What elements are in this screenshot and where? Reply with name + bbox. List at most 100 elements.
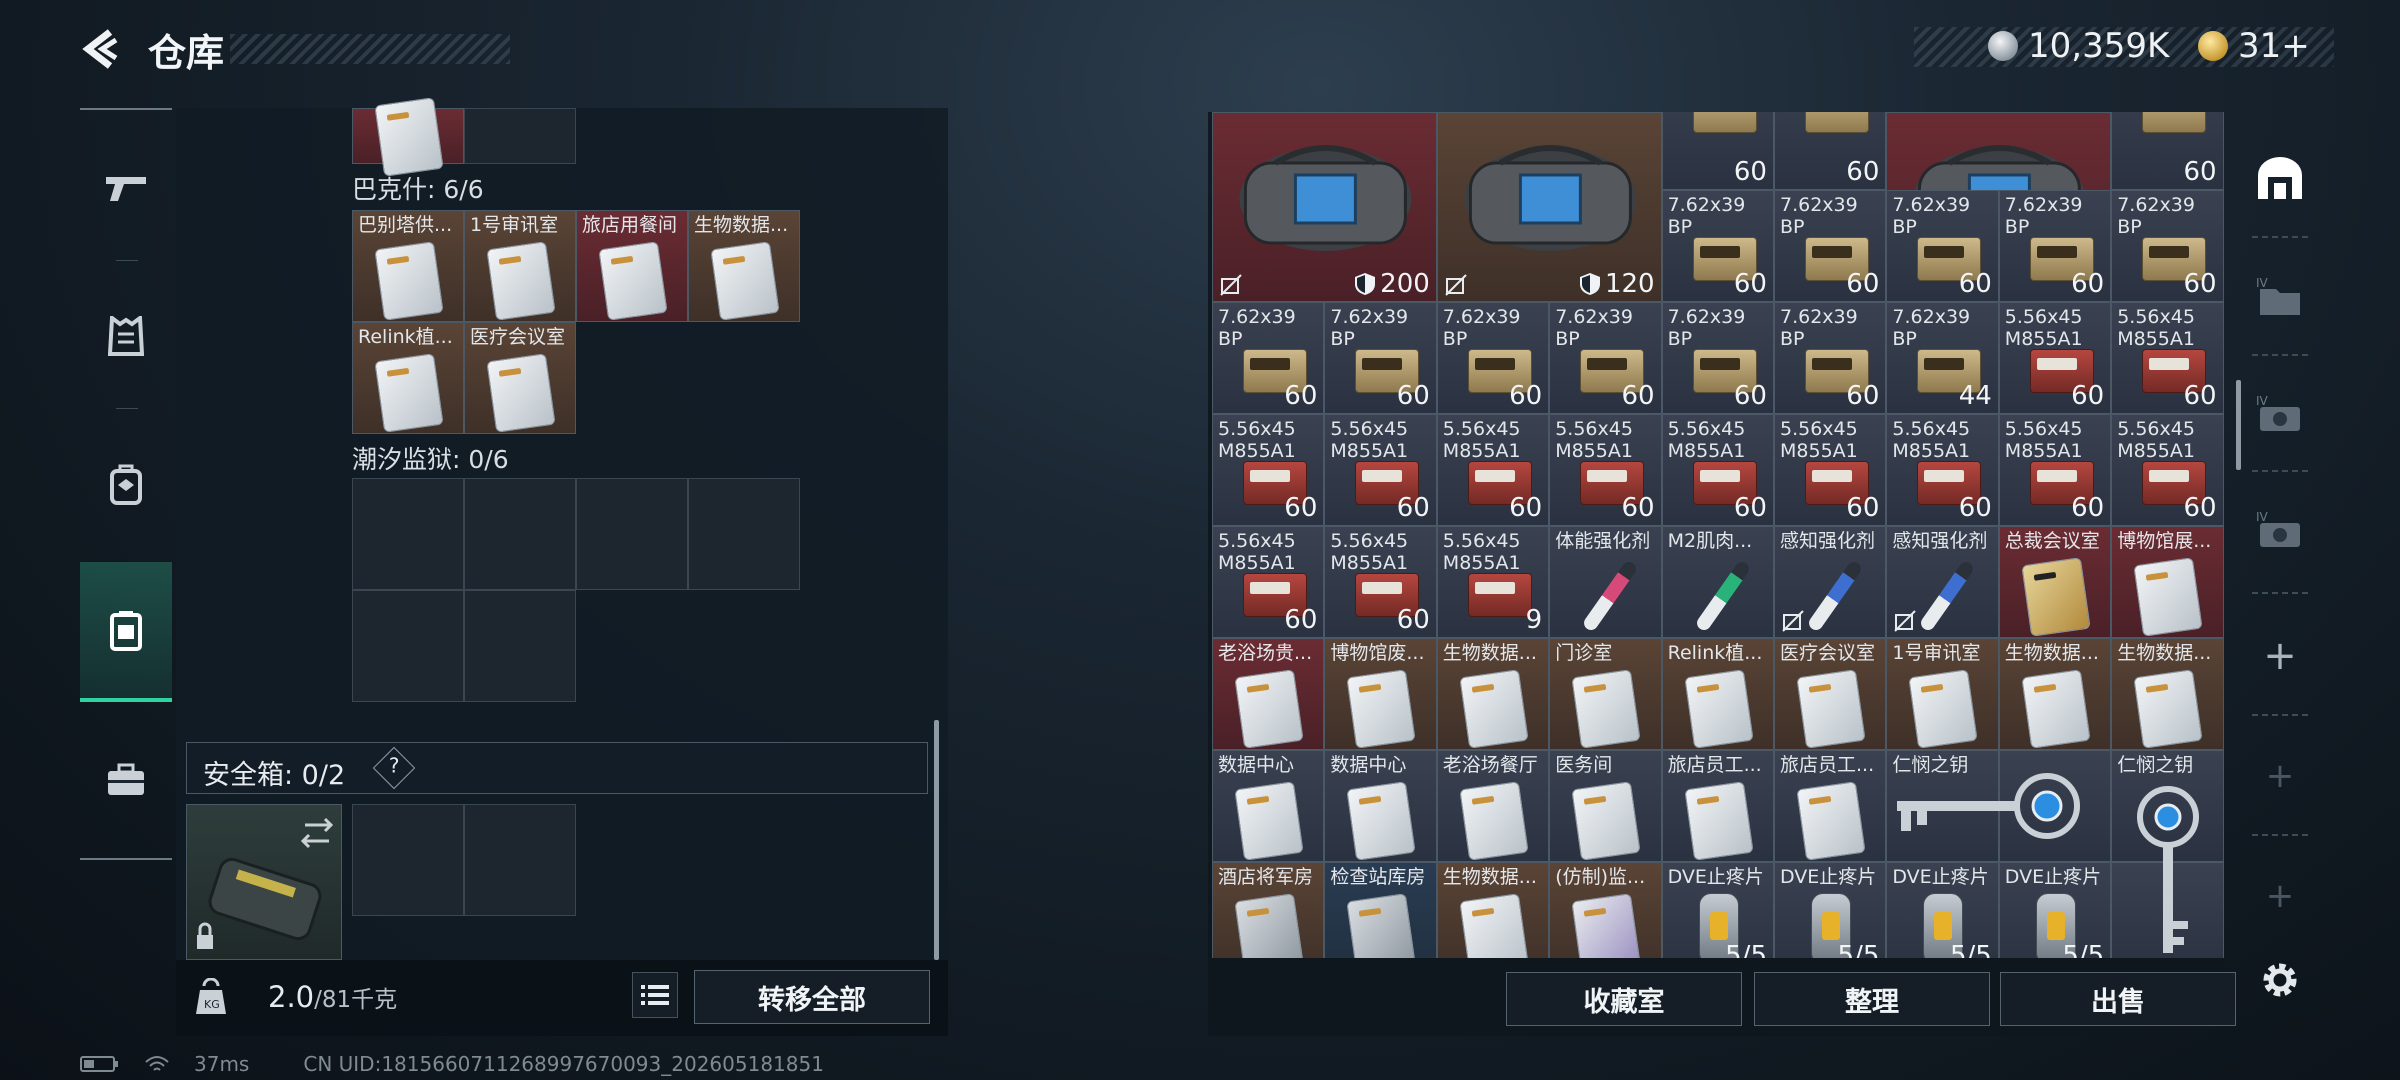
- inventory-slot[interactable]: 生物数据...: [1436, 638, 1550, 751]
- empty-slot[interactable]: [464, 478, 576, 590]
- inventory-slot[interactable]: 7.62x39 BP 60: [1324, 302, 1437, 415]
- keycard-slot[interactable]: Relink植...: [352, 322, 464, 434]
- storage-tab-4b[interactable]: IV: [2240, 364, 2320, 464]
- inventory-slot[interactable]: 7.62x39 BP 60: [1212, 302, 1325, 415]
- inventory-slot[interactable]: 5.56x45 M855A1 60: [1212, 414, 1325, 527]
- inventory-slot[interactable]: 博物馆展...: [2111, 526, 2224, 639]
- inventory-slot[interactable]: 7.62x39 BP 60: [1661, 190, 1774, 303]
- inventory-slot[interactable]: 5.56x45 M855A1 9: [1436, 526, 1550, 639]
- keycard-slot[interactable]: 巴别塔供...: [352, 210, 464, 322]
- inventory-slot[interactable]: 医疗会议室: [1774, 638, 1887, 751]
- inventory-slot[interactable]: 7.62x39 BP 60: [1774, 302, 1887, 415]
- inventory-slot[interactable]: 医务间: [1549, 750, 1662, 863]
- left-scrollbar[interactable]: [934, 720, 939, 960]
- inventory-slot[interactable]: 数据中心: [1212, 750, 1325, 863]
- storage-tab-main[interactable]: [2240, 128, 2320, 228]
- back-button[interactable]: [78, 26, 124, 72]
- inventory-slot[interactable]: 7.62x39 BP 44: [1886, 302, 1999, 415]
- inventory-slot[interactable]: 7.62x39 BP 60: [2111, 190, 2224, 303]
- inventory-slot[interactable]: 体能强化剂: [1549, 526, 1662, 639]
- inventory-slot[interactable]: 5.56x45 M855A1 60: [1661, 414, 1774, 527]
- inventory-slot[interactable]: M2肌肉...: [1661, 526, 1774, 639]
- organize-button[interactable]: 整理: [1754, 972, 1990, 1026]
- inventory-slot[interactable]: 旅店员工...: [1661, 750, 1774, 863]
- inventory-slot[interactable]: 200: [1212, 112, 1437, 302]
- inventory-slot[interactable]: DVE止疼片 5/5: [1661, 862, 1774, 958]
- inventory-slot[interactable]: Relink植...: [1661, 638, 1774, 751]
- inventory-slot[interactable]: 5.56x45 M855A1 60: [1998, 302, 2112, 415]
- nav-storage[interactable]: [80, 562, 172, 702]
- storage-tab-4a[interactable]: IV: [2240, 246, 2320, 346]
- transfer-all-button[interactable]: 转移全部: [694, 970, 930, 1024]
- keycard-slot[interactable]: 旅店用餐间: [576, 210, 688, 322]
- nav-weapons[interactable]: [80, 118, 172, 258]
- inventory-slot[interactable]: (仿制)监...: [1549, 862, 1662, 958]
- empty-slot[interactable]: [576, 478, 688, 590]
- inventory-slot[interactable]: 5.56x45 M855A1 60: [1324, 526, 1437, 639]
- empty-slot[interactable]: [352, 478, 464, 590]
- inventory-slot[interactable]: DVE止疼片 5/5: [1886, 862, 1999, 958]
- inventory-slot[interactable]: 5.56x45 M855A1 60: [1774, 414, 1887, 527]
- inventory-slot[interactable]: 120: [1436, 112, 1662, 302]
- nav-armor[interactable]: [80, 266, 172, 406]
- clipped-item-slot[interactable]: [352, 97, 464, 177]
- sell-button[interactable]: 出售: [2000, 972, 2236, 1026]
- inventory-slot[interactable]: 5.56x45 M855A1 60: [1886, 414, 1999, 527]
- empty-slot[interactable]: [464, 108, 576, 164]
- empty-slot[interactable]: [352, 590, 464, 702]
- inventory-slot[interactable]: 博物馆废...: [1324, 638, 1437, 751]
- inventory-slot[interactable]: 7.62x39 BP 60: [1998, 190, 2112, 303]
- inventory-slot[interactable]: 7.62x39 BP 60: [1886, 190, 1999, 303]
- inventory-slot[interactable]: 生物数据...: [1436, 862, 1550, 958]
- inventory-slot[interactable]: 5.56x45 M855A1 60: [1324, 414, 1437, 527]
- inventory-slot[interactable]: 7.62x39 BP 60: [1774, 190, 1887, 303]
- inventory-slot[interactable]: 5.56x45 M855A1 60: [1436, 414, 1550, 527]
- list-view-button[interactable]: [632, 972, 678, 1018]
- inventory-slot[interactable]: 5.56x45 M855A1 60: [2111, 302, 2224, 415]
- nav-backpack[interactable]: [80, 414, 172, 554]
- inventory-slot[interactable]: 仁悯之钥: [2111, 750, 2224, 953]
- inventory-slot[interactable]: 5.56x45 M855A1 60: [1212, 526, 1325, 639]
- empty-safebox-slot[interactable]: [352, 804, 464, 916]
- inventory-slot[interactable]: 7.62x39 BP 60: [1549, 302, 1662, 415]
- inventory-slot[interactable]: 60: [2111, 112, 2224, 190]
- inventory-slot[interactable]: 仁悯之钥: [1886, 750, 2081, 863]
- inventory-slot[interactable]: 60: [1661, 112, 1774, 190]
- keycard-slot[interactable]: 医疗会议室: [464, 322, 576, 434]
- help-button[interactable]: ?: [372, 746, 416, 790]
- inventory-slot[interactable]: 门诊室: [1549, 638, 1662, 751]
- inventory-slot[interactable]: 生物数据...: [1998, 638, 2112, 751]
- keycard-slot[interactable]: 1号审讯室: [464, 210, 576, 322]
- inventory-slot[interactable]: 感知强化剂: [1774, 526, 1887, 639]
- keycard-slot[interactable]: 生物数据...: [688, 210, 800, 322]
- gold-currency[interactable]: 31+: [2198, 26, 2310, 66]
- empty-safebox-slot[interactable]: [464, 804, 576, 916]
- inventory-slot[interactable]: 总裁会议室: [1998, 526, 2112, 639]
- inventory-slot[interactable]: 5.56x45 M855A1 60: [1549, 414, 1662, 527]
- add-storage-tab[interactable]: +: [2240, 606, 2320, 706]
- inventory-slot[interactable]: 5.56x45 M855A1 60: [2111, 414, 2224, 527]
- safebox-item[interactable]: [186, 804, 342, 960]
- inventory-slot[interactable]: 检查站库房: [1324, 862, 1437, 958]
- inventory-slot[interactable]: 感知强化剂: [1886, 526, 1999, 639]
- inventory-slot[interactable]: 7.62x39 BP 60: [1661, 302, 1774, 415]
- empty-slot[interactable]: [688, 478, 800, 590]
- collection-room-button[interactable]: 收藏室: [1506, 972, 1742, 1026]
- inventory-slot[interactable]: 7.62x39 BP 60: [1436, 302, 1550, 415]
- inventory-slot[interactable]: 5.56x45 M855A1 60: [1998, 414, 2112, 527]
- inventory-slot[interactable]: 老浴场餐厅: [1436, 750, 1550, 863]
- inventory-slot[interactable]: 生物数据...: [2111, 638, 2224, 751]
- inventory-slot[interactable]: DVE止疼片 5/5: [1998, 862, 2112, 958]
- add-storage-tab-locked[interactable]: +: [2240, 726, 2320, 826]
- inventory-slot[interactable]: 60: [1774, 112, 1887, 190]
- empty-slot[interactable]: [464, 590, 576, 702]
- inventory-slot[interactable]: DVE止疼片 5/5: [1774, 862, 1887, 958]
- inventory-slot[interactable]: 酒店将军房: [1212, 862, 1325, 958]
- inventory-slot[interactable]: 旅店员工...: [1774, 750, 1887, 863]
- inventory-slot[interactable]: 1号审讯室: [1886, 638, 1999, 751]
- storage-tab-4c[interactable]: IV: [2240, 480, 2320, 580]
- inventory-slot[interactable]: 老浴场贵...: [1212, 638, 1325, 751]
- inventory-slot[interactable]: 数据中心: [1324, 750, 1437, 863]
- nav-case[interactable]: [80, 710, 172, 850]
- settings-button[interactable]: [2240, 930, 2320, 1030]
